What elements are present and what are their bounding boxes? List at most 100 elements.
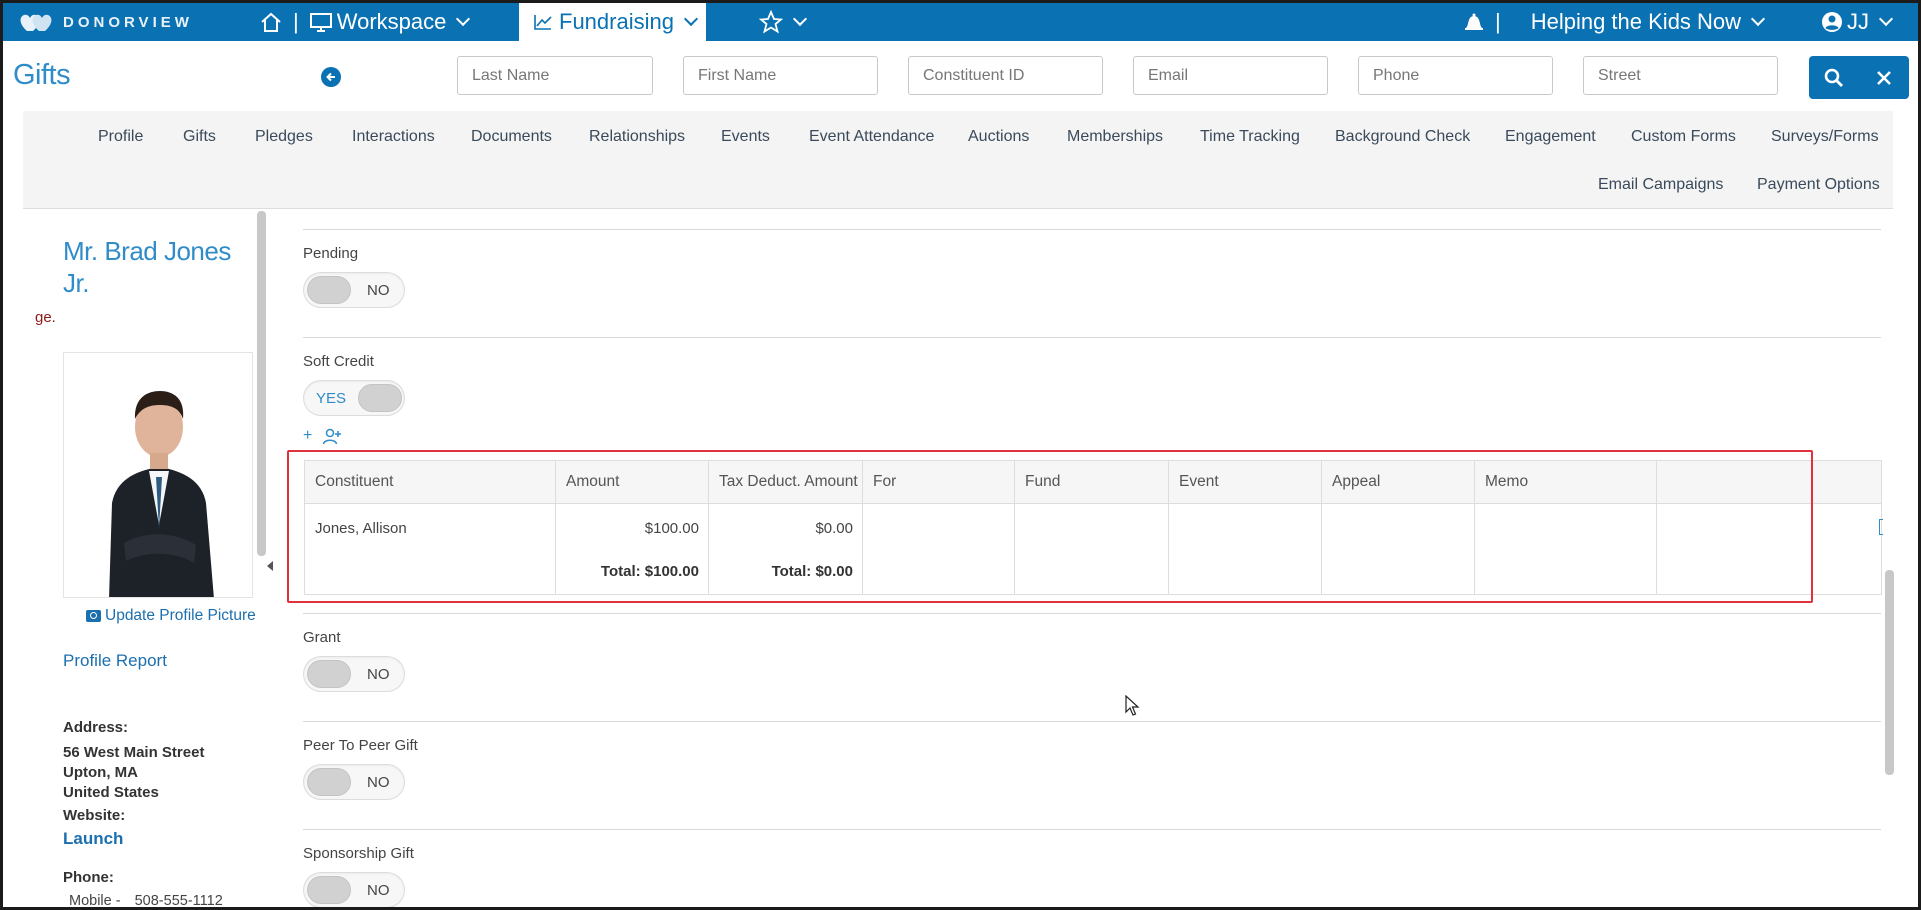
add-user-icon[interactable] <box>322 427 342 445</box>
first-name-input[interactable] <box>683 56 878 95</box>
sidebar-scrollbar[interactable] <box>257 211 266 556</box>
monitor-icon <box>309 13 332 32</box>
clear-search-button[interactable] <box>1864 58 1904 98</box>
profile-report-link[interactable]: Profile Report <box>63 651 167 671</box>
update-profile-picture-label: Update Profile Picture <box>105 607 256 624</box>
tab-background-check[interactable]: Background Check <box>1335 128 1470 146</box>
phone-input[interactable] <box>1358 56 1553 95</box>
email-input[interactable] <box>1133 56 1328 95</box>
column-header-for[interactable]: For <box>873 473 896 491</box>
column-header-amount[interactable]: Amount <box>566 473 619 491</box>
chevron-down-icon[interactable] <box>792 11 808 27</box>
search-icon <box>1824 68 1843 87</box>
tab-gifts[interactable]: Gifts <box>183 128 216 146</box>
add-soft-credit-button[interactable]: + <box>303 427 312 445</box>
cell-amount: $100.00 <box>644 520 699 537</box>
address-line-1: 56 West Main Street <box>63 744 205 761</box>
nav-separator: | <box>1495 9 1501 34</box>
tab-interactions[interactable]: Interactions <box>352 128 435 146</box>
pending-label: Pending <box>303 245 359 262</box>
user-initials: JJ <box>1847 9 1869 34</box>
cell-tax-deduct: $0.00 <box>815 520 853 537</box>
tab-auctions[interactable]: Auctions <box>968 128 1029 146</box>
bell-icon[interactable] <box>1463 12 1485 32</box>
toggle-knob <box>358 384 402 412</box>
column-header-event[interactable]: Event <box>1179 473 1219 491</box>
website-label: Website: <box>63 807 126 824</box>
star-icon[interactable] <box>759 10 783 34</box>
street-input[interactable] <box>1583 56 1778 95</box>
nav-separator: | <box>293 9 299 34</box>
peer-to-peer-toggle[interactable]: NO <box>303 764 405 800</box>
toggle-knob <box>307 660 351 688</box>
total-amount: Total: $100.00 <box>600 563 699 580</box>
chevron-down-icon[interactable] <box>1878 11 1894 27</box>
profile-picture <box>63 352 253 598</box>
workspace-menu[interactable]: Workspace <box>337 9 447 35</box>
page-title: Gifts <box>13 59 71 91</box>
address-label: Address: <box>63 719 129 736</box>
tab-events[interactable]: Events <box>721 128 770 146</box>
close-icon <box>1877 70 1891 85</box>
arrow-left-icon <box>326 72 335 82</box>
main-scrollbar[interactable] <box>1885 570 1894 775</box>
phone-number[interactable]: 508-555-1112 <box>135 893 223 907</box>
address-line-2: Upton, MA <box>63 764 138 781</box>
tab-relationships[interactable]: Relationships <box>589 128 685 146</box>
tab-payment-options[interactable]: Payment Options <box>1757 176 1880 194</box>
profile-photo-image <box>64 353 252 597</box>
constituent-id-input[interactable] <box>908 56 1103 95</box>
cell-constituent[interactable]: Jones, Allison <box>315 520 407 537</box>
divider <box>303 613 1881 614</box>
fundraising-label: Fundraising <box>559 9 674 34</box>
tab-custom-forms[interactable]: Custom Forms <box>1631 128 1736 146</box>
favorites-menu[interactable] <box>759 3 811 41</box>
update-profile-picture-link[interactable]: Update Profile Picture <box>86 607 256 625</box>
chevron-down-icon[interactable] <box>683 11 699 27</box>
column-header-appeal[interactable]: Appeal <box>1332 473 1380 491</box>
soft-credit-value: YES <box>316 390 347 407</box>
divider <box>303 829 1881 830</box>
constituent-name: Mr. Brad Jones Jr. <box>63 236 231 298</box>
toggle-knob <box>307 276 351 304</box>
grant-toggle[interactable]: NO <box>303 656 405 692</box>
fundraising-tab[interactable]: Fundraising <box>519 3 706 41</box>
organization-selector[interactable]: Helping the Kids Now <box>1531 9 1741 35</box>
collapse-sidebar-arrow-icon[interactable] <box>267 561 273 571</box>
home-icon[interactable] <box>259 11 283 33</box>
column-header-fund[interactable]: Fund <box>1025 473 1060 491</box>
tab-time-tracking[interactable]: Time Tracking <box>1200 128 1300 146</box>
tab-pledges[interactable]: Pledges <box>255 128 313 146</box>
soft-credit-table: Constituent Amount Tax Deduct. Amount Fo… <box>304 460 1882 595</box>
donorview-logo[interactable]: DONORVIEW <box>17 9 193 35</box>
trend-chart-icon <box>534 15 552 30</box>
column-header-tax-deduct[interactable]: Tax Deduct. Amount <box>719 473 858 491</box>
grant-label: Grant <box>303 629 341 646</box>
back-button[interactable] <box>321 67 341 87</box>
tab-engagement[interactable]: Engagement <box>1505 128 1596 146</box>
top-navigation-bar: DONORVIEW | Workspace Fundraising | Help… <box>3 3 1918 41</box>
tab-memberships[interactable]: Memberships <box>1067 128 1163 146</box>
sponsorship-toggle[interactable]: NO <box>303 872 405 907</box>
last-name-input[interactable] <box>457 56 653 95</box>
tab-profile[interactable]: Profile <box>98 128 143 146</box>
pending-toggle[interactable]: NO <box>303 272 405 308</box>
phone-type: Mobile - <box>69 893 121 909</box>
column-header-constituent[interactable]: Constituent <box>315 473 393 491</box>
tab-surveys-forms[interactable]: Surveys/Forms <box>1771 128 1879 146</box>
chevron-down-icon[interactable] <box>456 11 471 27</box>
tab-email-campaigns[interactable]: Email Campaigns <box>1598 176 1723 194</box>
peer-to-peer-label: Peer To Peer Gift <box>303 737 418 754</box>
soft-credit-toggle[interactable]: YES <box>303 380 405 416</box>
user-menu[interactable]: JJ <box>1821 3 1897 41</box>
search-button[interactable] <box>1814 58 1854 98</box>
website-launch-link[interactable]: Launch <box>63 829 123 849</box>
tab-documents[interactable]: Documents <box>471 128 552 146</box>
address-line-3: United States <box>63 784 159 801</box>
tab-event-attendance[interactable]: Event Attendance <box>809 128 934 146</box>
toggle-knob <box>307 876 351 904</box>
row-edit-icon[interactable] <box>1879 519 1883 535</box>
sponsorship-value: NO <box>367 882 390 899</box>
column-header-memo[interactable]: Memo <box>1485 473 1528 491</box>
chevron-down-icon[interactable] <box>1750 11 1766 27</box>
